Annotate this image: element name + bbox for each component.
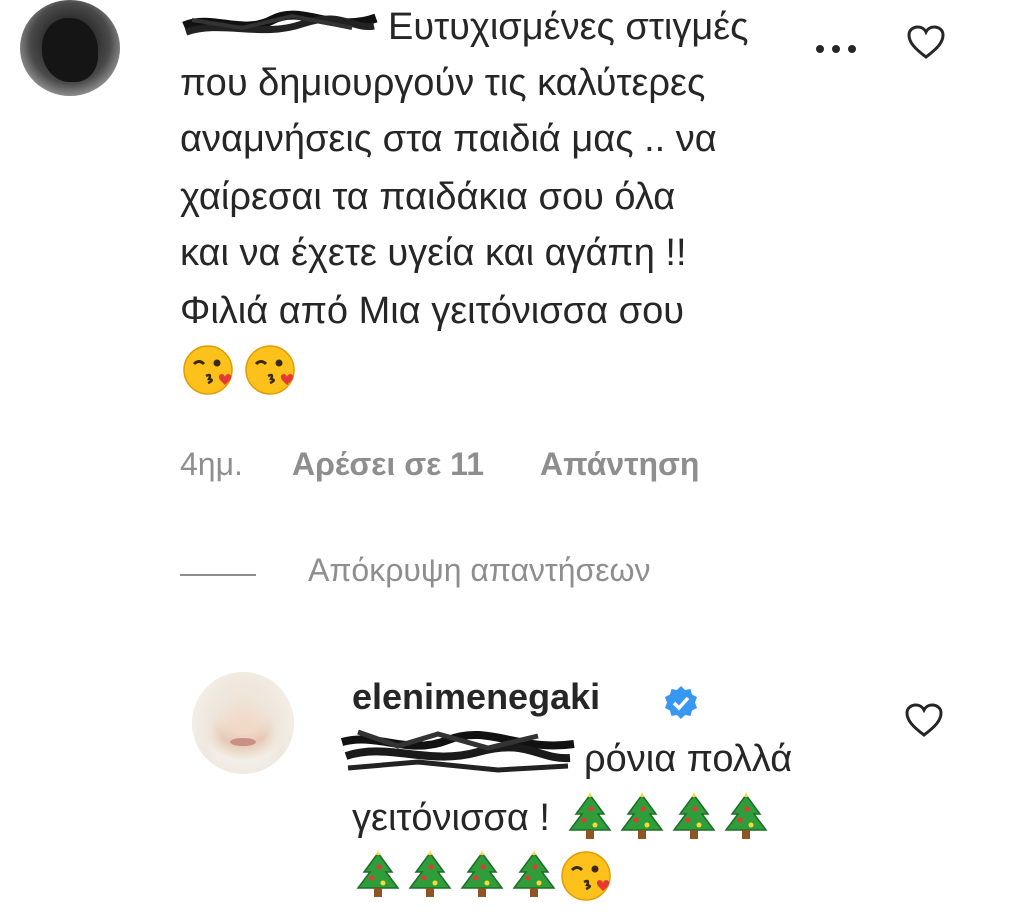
christmas-tree-emoji	[512, 850, 556, 897]
christmas-tree-emoji	[620, 792, 664, 839]
hide-replies-button[interactable]: Απόκρυψη απαντήσεων	[308, 552, 650, 589]
comment-line-6: Φιλιά από Μια γειτόνισσα σου	[180, 290, 685, 332]
reply-button[interactable]: Απάντηση	[540, 446, 699, 483]
christmas-tree-emoji	[408, 850, 452, 897]
kissing-wink-emoji	[245, 345, 296, 395]
christmas-tree-emoji	[568, 792, 612, 839]
like-heart-icon[interactable]	[906, 24, 946, 60]
commenter-avatar[interactable]	[20, 0, 120, 96]
kissing-wink-emoji	[561, 851, 611, 901]
kissing-wink-emoji	[183, 345, 233, 395]
redacted-username	[182, 10, 378, 36]
christmas-tree-emoji	[672, 792, 716, 839]
reply-avatar[interactable]	[192, 672, 294, 774]
comment-emoji-row	[182, 344, 296, 400]
comment-likes[interactable]: Αρέσει σε 11	[292, 446, 484, 483]
text-fade-edge	[780, 0, 850, 120]
comment-line-1: Ευτυχισμένες στιγμές	[388, 6, 749, 48]
reply-line-1: ρόνια πολλά	[584, 738, 793, 780]
verified-badge-icon	[665, 686, 697, 719]
redacted-mention	[340, 729, 575, 773]
reply-line-3-row	[352, 848, 612, 904]
reply-username[interactable]: elenimenegaki	[352, 676, 600, 718]
like-heart-icon[interactable]	[904, 702, 944, 738]
comment-line-2: που δημιουργούν τις καλύτερες	[180, 62, 706, 104]
more-options-icon[interactable]	[816, 40, 870, 53]
comment-line-3: αναμνήσεις στα παιδιά μας .. να	[180, 118, 717, 160]
reply-line-2-row: γειτόνισσα !	[352, 790, 772, 846]
christmas-tree-emoji	[460, 850, 504, 897]
comment-line-4: χαίρεσαι τα παιδάκια σου όλα	[180, 176, 676, 218]
comment-time: 4ημ.	[180, 446, 243, 482]
comment-line-5: και να έχετε υγεία και αγάπη !!	[180, 232, 687, 274]
replies-divider	[180, 574, 256, 576]
christmas-tree-emoji	[724, 792, 768, 839]
christmas-tree-emoji	[356, 850, 400, 897]
reply-line-2: γειτόνισσα !	[352, 796, 550, 839]
